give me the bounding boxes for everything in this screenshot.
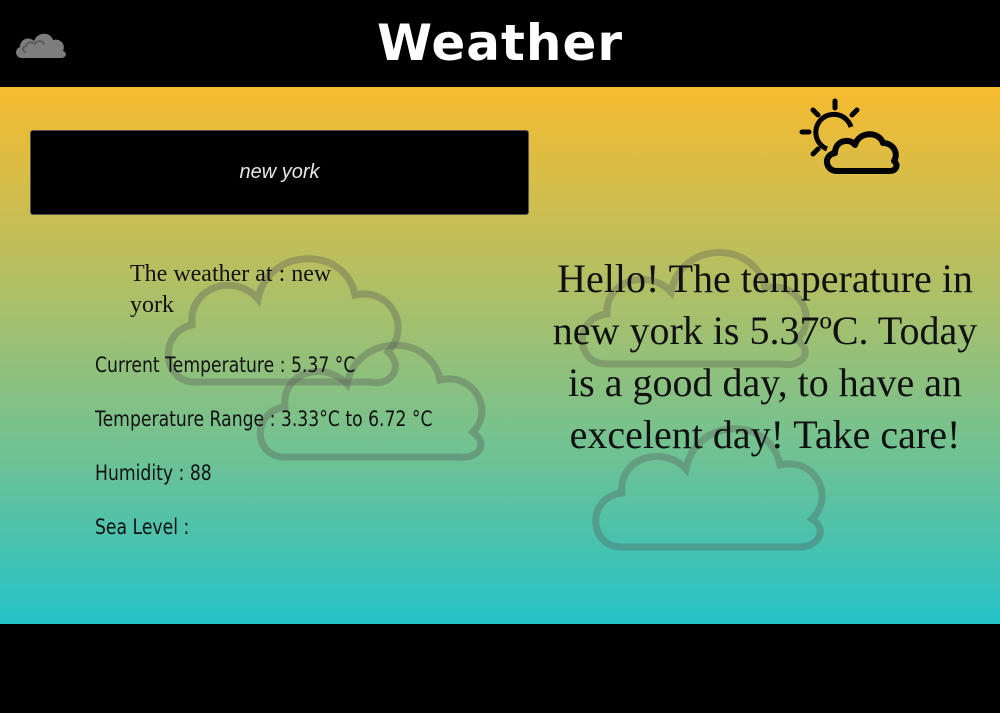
location-heading: The weather at : new york (130, 261, 332, 318)
greeting-message: Hello! The temperature in new york is 5.… (552, 256, 978, 457)
header-bar: Weather (0, 0, 1000, 87)
partly-sunny-icon (799, 98, 900, 174)
temperature-range: Temperature Range : 3.33°C to 6.72 °C (95, 407, 433, 431)
city-search-input[interactable] (31, 130, 528, 215)
city-search-box[interactable] (30, 130, 529, 215)
app-title: Weather (376, 14, 624, 72)
sea-level: Sea Level : (95, 515, 190, 539)
current-temperature: Current Temperature : 5.37 °C (95, 353, 356, 377)
main-panel: The weather at : new york Current Temper… (0, 87, 1000, 624)
humidity: Humidity : 88 (95, 461, 212, 485)
background-cloud-icon (256, 341, 486, 461)
weather-app: Weather new york The weather at: new yo… (0, 0, 1000, 713)
footer-bar (0, 624, 1000, 713)
